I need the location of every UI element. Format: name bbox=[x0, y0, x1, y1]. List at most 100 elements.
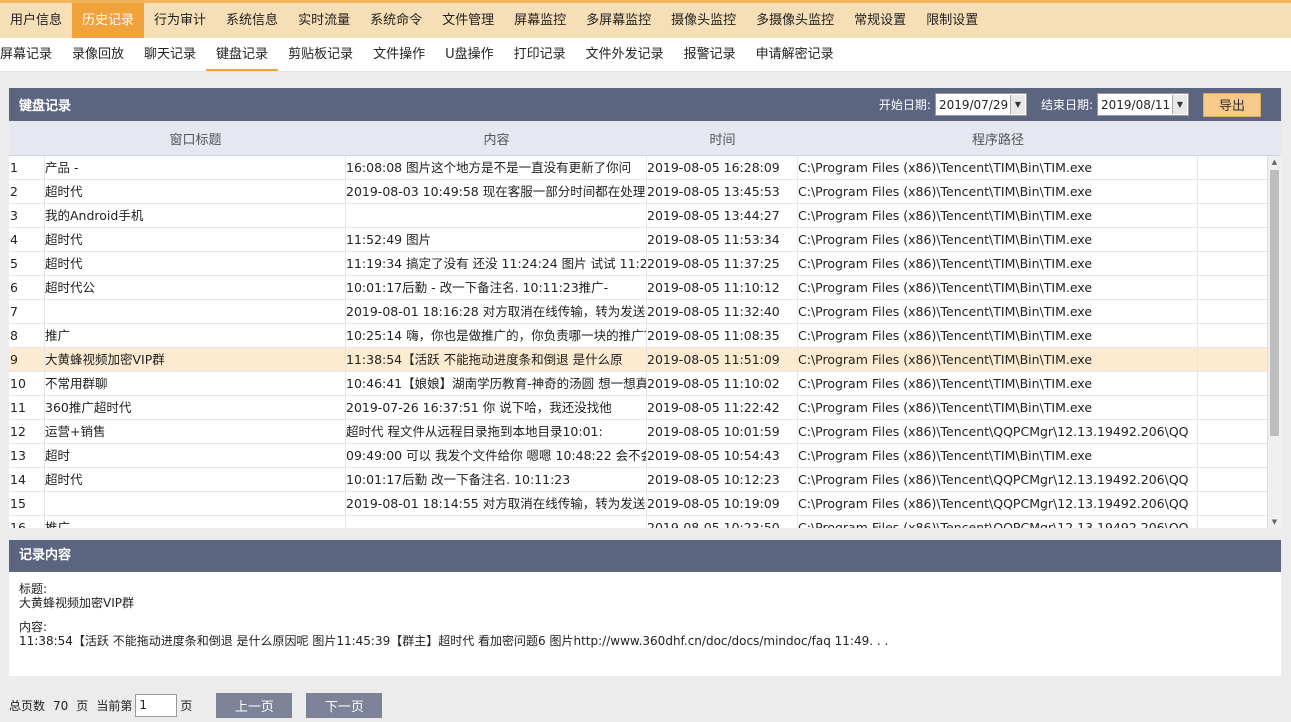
cell-window-title: 超时代 bbox=[45, 227, 346, 252]
col-header-window-title[interactable]: 窗口标题 bbox=[45, 129, 346, 148]
cell-window-title: 产品 - bbox=[45, 156, 346, 180]
nav-multi-screen-monitor[interactable]: 多屏幕监控 bbox=[576, 3, 661, 38]
nav-restriction-settings[interactable]: 限制设置 bbox=[916, 3, 988, 38]
col-header-program-path[interactable]: 程序路径 bbox=[798, 129, 1198, 148]
cell-time: 2019-08-05 10:01:59 bbox=[647, 419, 798, 444]
tab-alarm-records[interactable]: 报警记录 bbox=[674, 39, 746, 71]
sub-nav: 屏幕记录 录像回放 聊天记录 键盘记录 剪贴板记录 文件操作 U盘操作 打印记录… bbox=[0, 38, 1291, 72]
nav-user-info[interactable]: 用户信息 bbox=[0, 3, 72, 38]
cell-window-title: 大黄蜂视频加密VIP群 bbox=[45, 347, 346, 372]
tab-usb-operations[interactable]: U盘操作 bbox=[435, 39, 504, 71]
table-row[interactable]: 7 2019-08-01 18:16:28 对方取消在线传输，转为发送 2019-0… bbox=[9, 299, 1267, 324]
tab-decrypt-request-records[interactable]: 申请解密记录 bbox=[746, 39, 844, 71]
cell-spacer bbox=[1198, 204, 1267, 228]
nav-general-settings[interactable]: 常规设置 bbox=[844, 3, 916, 38]
nav-file-manager[interactable]: 文件管理 bbox=[432, 3, 504, 38]
table-row[interactable]: 3 我的Android手机 2019-08-05 13:44:27 C:\Progra… bbox=[9, 203, 1267, 228]
cell-spacer bbox=[1198, 468, 1267, 492]
cell-content: 超时代 程文件从远程目录拖到本地目录10:01: bbox=[346, 419, 647, 444]
table-row[interactable]: 10 不常用群聊 10:46:41【娘娘】湖南学历教育-神奇的汤圆 想一想真是 201… bbox=[9, 371, 1267, 396]
nav-system-command[interactable]: 系统命令 bbox=[360, 3, 432, 38]
tab-clipboard-records[interactable]: 剪贴板记录 bbox=[278, 39, 363, 71]
table-row[interactable]: 9 大黄蜂视频加密VIP群 11:38:54【活跃 不能拖动进度条和倒退 是什么原 2… bbox=[9, 347, 1267, 372]
next-page-button[interactable]: 下一页 bbox=[306, 693, 383, 718]
tab-chat-records[interactable]: 聊天记录 bbox=[134, 39, 206, 71]
nav-system-info[interactable]: 系统信息 bbox=[216, 3, 288, 38]
cell-index: 9 bbox=[9, 347, 45, 372]
cell-window-title bbox=[45, 491, 346, 516]
cell-spacer bbox=[1198, 276, 1267, 300]
end-date-label: 结束日期: bbox=[1040, 98, 1093, 112]
total-pages-value: 70 bbox=[53, 698, 69, 713]
table-row[interactable]: 8 推广 10:25:14 嗨，你也是做推广的，你负责哪一块的推广？ 2019-08-… bbox=[9, 323, 1267, 348]
tab-keyboard-records[interactable]: 键盘记录 bbox=[206, 39, 279, 71]
table-row[interactable]: 2 超时代 2019-08-03 10:49:58 现在客服一部分时间都在处理 201… bbox=[9, 179, 1267, 204]
cell-time: 2019-08-05 11:53:34 bbox=[647, 227, 798, 252]
table-row[interactable]: 14 超时代 10:01:17后勤 改一下备注名. 10:11:23 2019-08-… bbox=[9, 467, 1267, 492]
cell-window-title: 360推广超时代 bbox=[45, 395, 346, 420]
cell-content bbox=[346, 203, 647, 228]
col-header-content[interactable]: 内容 bbox=[346, 129, 647, 148]
total-pages-unit: 页 bbox=[76, 699, 89, 713]
cell-content bbox=[346, 515, 647, 528]
tab-screen-records[interactable]: 屏幕记录 bbox=[0, 39, 62, 71]
cell-program-path: C:\Program Files (x86)\Tencent\TIM\Bin\T… bbox=[798, 179, 1198, 204]
table-scrollbar[interactable]: ▲ ▼ bbox=[1267, 156, 1281, 528]
nav-realtime-traffic[interactable]: 实时流量 bbox=[288, 3, 360, 38]
table-row[interactable]: 1 产品 - 16:08:08 图片这个地方是不是一直没有更新了你问 2019-08… bbox=[9, 156, 1267, 180]
nav-multi-camera-monitor[interactable]: 多摄像头监控 bbox=[746, 3, 844, 38]
cell-program-path: C:\Program Files (x86)\Tencent\TIM\Bin\T… bbox=[798, 156, 1198, 180]
cell-window-title: 超时 bbox=[45, 443, 346, 468]
start-date-select[interactable]: 2019/07/29 ▼ bbox=[934, 93, 1027, 116]
table-row[interactable]: 15 2019-08-01 18:14:55 对方取消在线传输，转为发送 2019-… bbox=[9, 491, 1267, 516]
total-pages-label: 总页数 bbox=[9, 699, 46, 713]
cell-spacer bbox=[1198, 156, 1267, 180]
cell-time: 2019-08-05 16:28:09 bbox=[647, 156, 798, 180]
chevron-down-icon[interactable]: ▼ bbox=[1172, 95, 1187, 114]
table-row[interactable]: 6 超时代公 10:01:17后勤 - 改一下备注名. 10:11:23推广- 201… bbox=[9, 275, 1267, 300]
panel-title: 键盘记录 bbox=[19, 99, 72, 114]
prev-page-button[interactable]: 上一页 bbox=[216, 693, 293, 718]
cell-index: 16 bbox=[9, 515, 45, 528]
record-content-header: 记录内容 bbox=[9, 540, 1281, 572]
col-header-time[interactable]: 时间 bbox=[647, 129, 798, 148]
cell-program-path: C:\Program Files (x86)\Tencent\TIM\Bin\T… bbox=[798, 251, 1198, 276]
current-page-input[interactable]: 1 bbox=[135, 694, 178, 717]
table-row[interactable]: 11 360推广超时代 2019-07-26 16:37:51 你 说下哈，我还没找… bbox=[9, 395, 1267, 420]
cell-window-title: 推广 bbox=[45, 323, 346, 348]
cell-spacer bbox=[1198, 420, 1267, 444]
end-date-select[interactable]: 2019/08/11 ▼ bbox=[1097, 93, 1189, 116]
cell-index: 5 bbox=[9, 251, 45, 276]
date-filters: 开始日期: 2019/07/29 ▼ 结束日期: 2019/08/11 ▼ 导出 bbox=[878, 92, 1281, 117]
cell-time: 2019-08-05 11:08:35 bbox=[647, 323, 798, 348]
start-date-label: 开始日期: bbox=[878, 98, 931, 112]
cell-content: 11:38:54【活跃 不能拖动进度条和倒退 是什么原 bbox=[346, 347, 647, 372]
cell-content: 10:01:17后勤 改一下备注名. 10:11:23 bbox=[346, 467, 647, 492]
table-row[interactable]: 12 运营+销售 超时代 程文件从远程目录拖到本地目录10:01: 2019-08-0… bbox=[9, 419, 1267, 444]
cell-content: 2019-07-26 16:37:51 你 说下哈，我还没找他 bbox=[346, 395, 647, 420]
panel-header: 键盘记录 开始日期: 2019/07/29 ▼ 结束日期: 2019/08/11… bbox=[9, 88, 1281, 121]
table-row[interactable]: 16 推广 2019-08-05 10:23:50 C:\Program Files … bbox=[9, 515, 1267, 528]
cell-spacer bbox=[1198, 252, 1267, 276]
scroll-up-icon[interactable]: ▲ bbox=[1268, 156, 1281, 168]
scroll-down-icon[interactable]: ▼ bbox=[1268, 516, 1281, 528]
cell-content: 2019-08-03 10:49:58 现在客服一部分时间都在处理 bbox=[346, 179, 647, 204]
nav-history[interactable]: 历史记录 bbox=[72, 3, 145, 38]
chevron-down-icon[interactable]: ▼ bbox=[1009, 95, 1025, 114]
cell-index: 8 bbox=[9, 323, 45, 348]
export-button[interactable]: 导出 bbox=[1203, 92, 1261, 117]
nav-screen-monitor[interactable]: 屏幕监控 bbox=[504, 3, 576, 38]
nav-camera-monitor[interactable]: 摄像头监控 bbox=[661, 3, 746, 38]
scroll-thumb[interactable] bbox=[1270, 170, 1279, 436]
tab-print-records[interactable]: 打印记录 bbox=[504, 39, 576, 71]
cell-index: 7 bbox=[9, 299, 45, 324]
tab-file-outgoing-records[interactable]: 文件外发记录 bbox=[576, 39, 674, 71]
tab-video-playback[interactable]: 录像回放 bbox=[62, 39, 134, 71]
table-row[interactable]: 13 超时 09:49:00 可以 我发个文件给你 嗯嗯 10:48:22 会不会 2… bbox=[9, 443, 1267, 468]
tab-file-operations[interactable]: 文件操作 bbox=[363, 39, 435, 71]
table-row[interactable]: 4 超时代 11:52:49 图片 2019-08-05 11:53:34 C:\Pro… bbox=[9, 227, 1267, 252]
table-row[interactable]: 5 超时代 11:19:34 搞定了没有 还没 11:24:24 图片 试试 11:… bbox=[9, 251, 1267, 276]
cell-spacer bbox=[1198, 324, 1267, 348]
nav-behavior-audit[interactable]: 行为审计 bbox=[144, 3, 216, 38]
cell-index: 14 bbox=[9, 467, 45, 492]
